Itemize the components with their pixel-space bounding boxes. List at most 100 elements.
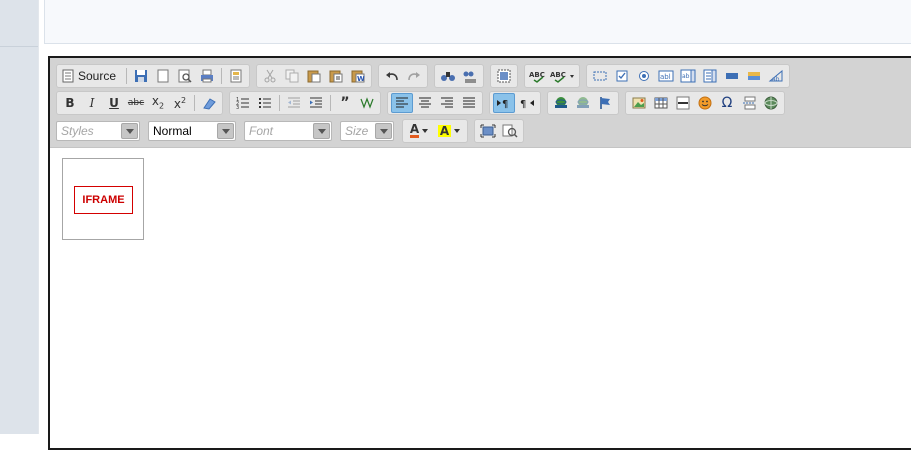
iframe-placeholder-label: IFRAME xyxy=(74,186,133,214)
size-combo[interactable]: Size xyxy=(340,121,394,141)
align-left-icon[interactable] xyxy=(391,93,413,113)
top-panel xyxy=(44,0,911,44)
paste-text-icon[interactable] xyxy=(326,66,346,86)
toolbar-separator xyxy=(330,95,331,111)
blockquote-icon[interactable]: ” xyxy=(335,93,355,113)
toolbar-group-paragraph: 123 ” xyxy=(229,91,381,115)
align-right-icon[interactable] xyxy=(437,93,457,113)
align-center-icon[interactable] xyxy=(415,93,435,113)
svg-text:¶: ¶ xyxy=(520,99,526,110)
anchor-icon[interactable] xyxy=(595,93,615,113)
new-page-icon[interactable] xyxy=(153,66,173,86)
text-color-button[interactable]: A xyxy=(406,121,434,141)
iframe-icon[interactable] xyxy=(761,93,781,113)
image-icon[interactable] xyxy=(629,93,649,113)
toolbar-group-basicstyles: B I U abc x2 x2 xyxy=(56,91,223,115)
undo-icon[interactable] xyxy=(382,66,402,86)
spellcheck-as-you-type-icon[interactable]: ABC xyxy=(550,66,576,86)
radio-icon[interactable] xyxy=(634,66,654,86)
select-icon[interactable] xyxy=(700,66,720,86)
toolbar-group-clipboard: W xyxy=(256,64,372,88)
svg-text:W: W xyxy=(357,75,365,83)
toolbar-group-forms: abl ab ab xyxy=(586,64,790,88)
image-button-icon[interactable] xyxy=(744,66,764,86)
font-combo[interactable]: Font xyxy=(244,121,332,141)
iframe-placeholder[interactable]: IFRAME xyxy=(62,158,144,240)
spellcheck-icon[interactable]: ABC xyxy=(528,66,548,86)
toolbar-group-bidi: ¶ ¶ xyxy=(489,91,541,115)
justify-icon[interactable] xyxy=(459,93,479,113)
size-combo-label: Size xyxy=(345,124,369,138)
toolbar-row-2: B I U abc x2 x2 123 ” ¶ ¶ Ω xyxy=(56,91,791,115)
button-icon[interactable] xyxy=(722,66,742,86)
sidebar-divider xyxy=(0,46,38,47)
numbered-list-icon[interactable]: 123 xyxy=(233,93,253,113)
hidden-field-icon[interactable]: ab xyxy=(766,66,786,86)
unlink-icon[interactable] xyxy=(573,93,593,113)
paste-icon[interactable] xyxy=(304,66,324,86)
select-all-icon[interactable] xyxy=(494,66,514,86)
chevron-down-icon xyxy=(422,129,429,133)
find-icon[interactable] xyxy=(438,66,458,86)
preview-icon[interactable] xyxy=(175,66,195,86)
ltr-icon[interactable]: ¶ xyxy=(493,93,515,113)
rich-text-editor: Source W ABC ABC abl ab ab B I U abc x2 … xyxy=(48,56,911,450)
textfield-icon[interactable]: abl xyxy=(656,66,676,86)
checkbox-icon[interactable] xyxy=(612,66,632,86)
svg-text:3: 3 xyxy=(236,105,239,110)
editor-content-area[interactable]: IFRAME xyxy=(50,148,911,448)
templates-icon[interactable] xyxy=(226,66,246,86)
left-sidebar-strip xyxy=(0,0,38,434)
bold-icon[interactable]: B xyxy=(60,93,80,113)
toolbar-row-3: Styles Normal Font Size A A xyxy=(56,119,530,143)
smiley-icon[interactable] xyxy=(695,93,715,113)
subscript-icon[interactable]: x2 xyxy=(148,93,168,113)
redo-icon[interactable] xyxy=(404,66,424,86)
rtl-icon[interactable]: ¶ xyxy=(517,93,537,113)
special-char-icon[interactable]: Ω xyxy=(717,93,737,113)
replace-icon[interactable] xyxy=(460,66,480,86)
chevron-down-icon xyxy=(313,123,330,139)
superscript-icon[interactable]: x2 xyxy=(170,93,190,113)
toolbar-group-spell: ABC ABC xyxy=(524,64,580,88)
maximize-icon[interactable] xyxy=(478,121,498,141)
toolbar-group-select xyxy=(490,64,518,88)
strikethrough-icon[interactable]: abc xyxy=(126,93,146,113)
form-icon[interactable] xyxy=(590,66,610,86)
font-combo-label: Font xyxy=(249,124,274,138)
remove-format-icon[interactable] xyxy=(199,93,219,113)
toolbar-group-links xyxy=(547,91,619,115)
underline-icon[interactable]: U xyxy=(104,93,124,113)
toolbar-group-document: Source xyxy=(56,64,250,88)
toolbar-separator xyxy=(279,95,280,111)
styles-combo[interactable]: Styles xyxy=(56,121,140,141)
panel-divider xyxy=(38,0,39,434)
toolbar-group-undo xyxy=(378,64,428,88)
toolbar-group-insert: Ω xyxy=(625,91,785,115)
bulleted-list-icon[interactable] xyxy=(255,93,275,113)
table-icon[interactable] xyxy=(651,93,671,113)
toolbar-separator xyxy=(221,68,222,84)
link-icon[interactable] xyxy=(551,93,571,113)
copy-icon[interactable] xyxy=(282,66,302,86)
italic-icon[interactable]: I xyxy=(82,93,102,113)
horizontal-rule-icon[interactable] xyxy=(673,93,693,113)
svg-text:¶: ¶ xyxy=(502,99,508,110)
toolbar-separator xyxy=(194,95,195,111)
print-icon[interactable] xyxy=(197,66,217,86)
decrease-indent-icon[interactable] xyxy=(284,93,304,113)
source-button[interactable]: Source xyxy=(60,66,122,86)
cut-icon[interactable] xyxy=(260,66,280,86)
format-combo[interactable]: Normal xyxy=(148,121,236,141)
bg-color-button[interactable]: A xyxy=(436,121,464,141)
svg-text:ab: ab xyxy=(772,76,780,83)
save-icon[interactable] xyxy=(131,66,151,86)
editor-toolbar: Source W ABC ABC abl ab ab B I U abc x2 … xyxy=(50,58,911,148)
page-break-icon[interactable] xyxy=(739,93,759,113)
paste-word-icon[interactable]: W xyxy=(348,66,368,86)
increase-indent-icon[interactable] xyxy=(306,93,326,113)
textarea-icon[interactable]: ab xyxy=(678,66,698,86)
show-blocks-icon[interactable] xyxy=(500,121,520,141)
chevron-down-icon xyxy=(121,123,138,139)
create-div-icon[interactable] xyxy=(357,93,377,113)
